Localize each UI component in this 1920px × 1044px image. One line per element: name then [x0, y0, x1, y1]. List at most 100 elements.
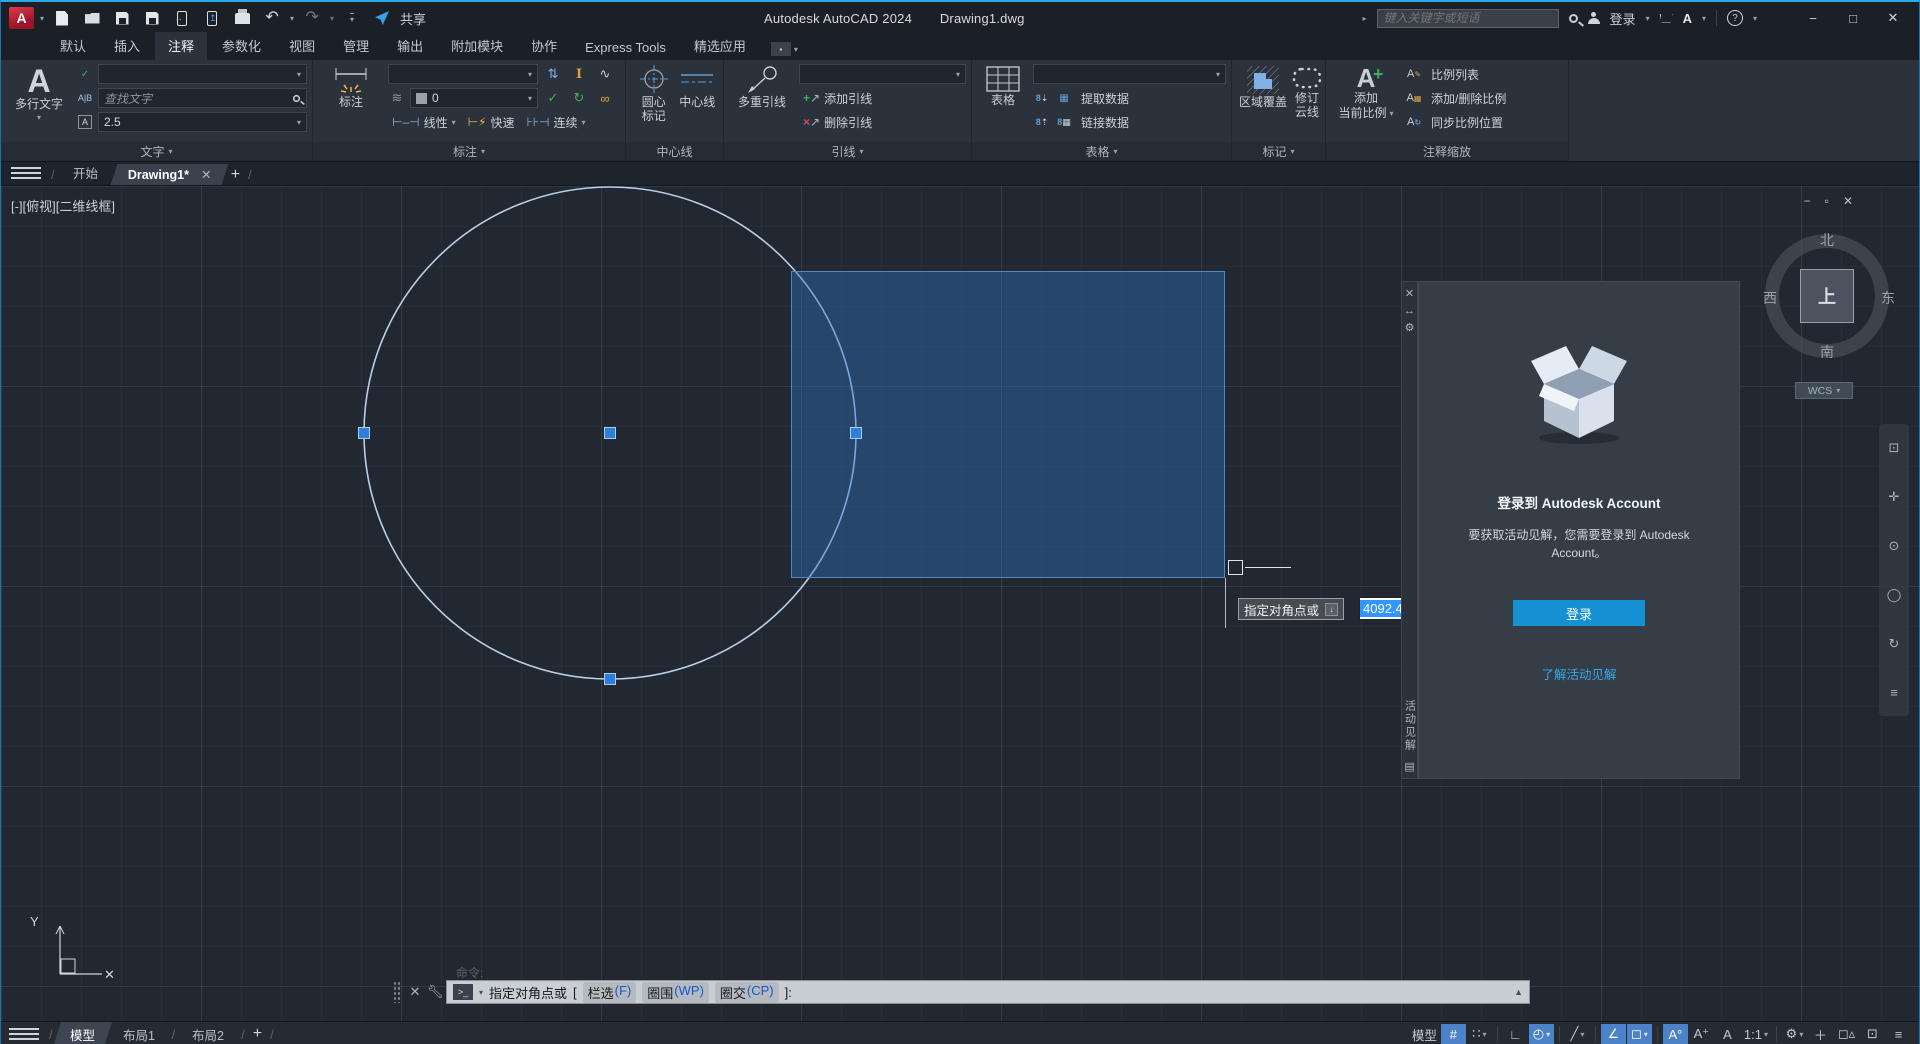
panel-label-markup[interactable]: 标记▾ — [1232, 142, 1325, 161]
save-to-mobile-button[interactable] — [200, 6, 224, 30]
command-input[interactable]: >_ ▾ 指定对角点或 [ 栏选(F) 圈围(WP) 圈交(CP) ]: ▲ — [446, 980, 1530, 1004]
vp-restore-icon[interactable]: ▫ — [1825, 194, 1829, 208]
adjust-space-icon[interactable]: ⇅ — [542, 64, 564, 84]
remove-leader-button[interactable]: ×↗ 删除引线 — [799, 112, 876, 132]
find-magnifier-icon[interactable] — [293, 94, 300, 101]
viewcube-east[interactable]: 东 — [1881, 288, 1895, 308]
grip-east[interactable] — [850, 427, 862, 439]
signin-button[interactable]: 登录 — [1513, 600, 1645, 626]
undo-button[interactable]: ↶ — [260, 6, 284, 30]
maximize-button[interactable]: □ — [1833, 4, 1873, 32]
plot-button[interactable] — [230, 6, 254, 30]
viewcube-west[interactable]: 西 — [1763, 288, 1777, 308]
extract-data-icon-b[interactable]: ▦ — [1055, 93, 1073, 104]
mleader-style-combo[interactable]: ▾ — [799, 64, 966, 84]
link-data-button[interactable]: 链接数据 — [1077, 112, 1133, 132]
panel-label-table[interactable]: 表格▾ — [972, 142, 1231, 161]
autodesk-logo-icon[interactable]: A — [1683, 11, 1692, 26]
command-settings-icon[interactable]: 🔧︎ — [424, 984, 446, 1000]
share-label[interactable]: 共享 — [400, 9, 426, 28]
tab-layout1[interactable]: 布局1 — [106, 1022, 172, 1044]
learn-more-link[interactable]: 了解活动见解 — [1541, 664, 1616, 683]
command-drag-handle[interactable] — [393, 981, 401, 1003]
nav-orbit-icon[interactable]: ◯ — [1887, 587, 1902, 603]
tab-model[interactable]: 模型 — [53, 1022, 112, 1044]
viewcube[interactable]: 上 北 西 东 南 — [1757, 230, 1897, 362]
annotation-monitor-button[interactable]: ＋ — [1808, 1024, 1833, 1044]
jogged-linear-icon[interactable]: ∿ — [594, 64, 616, 84]
inspect-icon[interactable]: ✓ — [542, 88, 564, 108]
snap-toggle[interactable]: ∷▾ — [1467, 1024, 1492, 1044]
table-style-combo[interactable]: ▾ — [1033, 64, 1226, 84]
nav-motion-icon[interactable]: ↻ — [1889, 636, 1900, 652]
tab-featured-apps[interactable]: 精选应用 — [681, 32, 759, 60]
tab-manage[interactable]: 管理 — [330, 32, 382, 60]
tab-collaborate[interactable]: 协作 — [518, 32, 570, 60]
open-file-button[interactable] — [80, 6, 104, 30]
isolate-objects-button[interactable]: ◻▵ — [1834, 1024, 1859, 1044]
dimension-button[interactable]: 标注 — [320, 64, 382, 142]
vp-minimize-icon[interactable]: − — [1804, 194, 1811, 208]
spell-check-icon[interactable]: ✓ — [76, 69, 94, 80]
command-recent-caret-icon[interactable]: ▾ — [479, 988, 483, 997]
autocad-app-icon[interactable]: A — [9, 7, 34, 29]
new-file-button[interactable] — [50, 6, 74, 30]
dim-style-combo[interactable]: ▾ — [388, 64, 538, 84]
new-drawing-button[interactable]: + — [231, 166, 240, 184]
ortho-toggle[interactable]: ∟ — [1503, 1024, 1528, 1044]
palette-doc-icon[interactable]: ▤ — [1404, 758, 1414, 775]
store-cart-icon[interactable] — [1660, 14, 1673, 23]
tab-addins[interactable]: 附加模块 — [438, 32, 516, 60]
extract-data-button[interactable]: 提取数据 — [1077, 88, 1133, 108]
app-menu-caret-icon[interactable]: ▾ — [40, 14, 44, 23]
grip-west[interactable] — [358, 427, 370, 439]
new-layout-button[interactable]: + — [253, 1025, 262, 1043]
panel-label-dimension[interactable]: 标注▾ — [313, 142, 625, 161]
search-input[interactable] — [1377, 9, 1559, 28]
isodraft-toggle[interactable]: ╱▾ — [1565, 1024, 1590, 1044]
panel-label-centerline[interactable]: 中心线 — [626, 142, 723, 161]
option-cpolygon[interactable]: 圈交(CP) — [715, 982, 779, 1003]
text-height-combo[interactable]: 2.5▾ — [98, 112, 307, 132]
nav-wheel-icon[interactable]: ⊡ — [1889, 440, 1900, 456]
command-terminal-icon[interactable]: >_ — [453, 984, 473, 1000]
object-snap-tracking-toggle[interactable]: ∠ — [1601, 1024, 1626, 1044]
save-as-button[interactable] — [140, 6, 164, 30]
redo-button[interactable]: ↷ — [300, 6, 324, 30]
minimize-button[interactable]: − — [1793, 4, 1833, 32]
dim-layer-combo[interactable]: 0▾ — [410, 88, 538, 108]
viewcube-top-face[interactable]: 上 — [1800, 269, 1854, 323]
tab-start[interactable]: 开始 — [55, 160, 116, 185]
centerline-button[interactable]: 中心线 — [677, 64, 719, 142]
continue-dim-button[interactable]: ⊦⊦⊣ 连续▾ — [523, 112, 590, 132]
tab-view[interactable]: 视图 — [276, 32, 328, 60]
multileader-button[interactable]: 多重引线 — [731, 64, 793, 142]
polar-tracking-toggle[interactable]: ◴▾ — [1529, 1024, 1554, 1044]
sync-scale-button[interactable]: 同步比例位置 — [1427, 112, 1507, 132]
layout-menu-icon[interactable] — [9, 1024, 39, 1044]
model-space-toggle[interactable]: 模型 — [1409, 1024, 1440, 1044]
object-snap-toggle[interactable]: ◻▾ — [1627, 1024, 1652, 1044]
linear-dim-button[interactable]: ⊢–⊣ 线性▾ — [388, 112, 460, 132]
grip-south[interactable] — [604, 673, 616, 685]
table-button[interactable]: 表格 — [979, 64, 1027, 142]
tab-layout2[interactable]: 布局2 — [175, 1022, 241, 1044]
redo-caret-icon[interactable]: ▾ — [330, 14, 334, 23]
scale-list-button[interactable]: 比例列表 — [1427, 64, 1483, 84]
palette-autohide-icon[interactable]: ↔ — [1404, 302, 1415, 319]
help-icon[interactable]: ? — [1727, 10, 1743, 26]
autoscale-toggle[interactable]: A⁺ — [1689, 1024, 1714, 1044]
palette-properties-icon[interactable]: ⚙ — [1405, 319, 1415, 336]
option-fence[interactable]: 栏选(F) — [583, 982, 637, 1003]
link-data-icon-a[interactable]: 8⇡ — [1033, 117, 1051, 128]
grid-toggle[interactable]: # — [1441, 1024, 1466, 1044]
viewport-controls[interactable]: [-][俯视][二维线框] — [11, 196, 115, 215]
add-current-scale-button[interactable]: A + 添加 当前比例▾ — [1333, 64, 1399, 142]
option-wpolygon[interactable]: 圈围(WP) — [642, 982, 709, 1003]
signin-caret-icon[interactable]: ▾ — [1646, 14, 1650, 23]
nav-pan-icon[interactable]: ✛ — [1889, 489, 1900, 505]
tab-annotate[interactable]: 注释 — [155, 32, 207, 60]
text-style-combo[interactable]: ▾ — [98, 64, 307, 84]
add-delete-scale-button[interactable]: 添加/删除比例 — [1427, 88, 1510, 108]
search-expand-icon[interactable]: ▸ — [1363, 14, 1367, 23]
